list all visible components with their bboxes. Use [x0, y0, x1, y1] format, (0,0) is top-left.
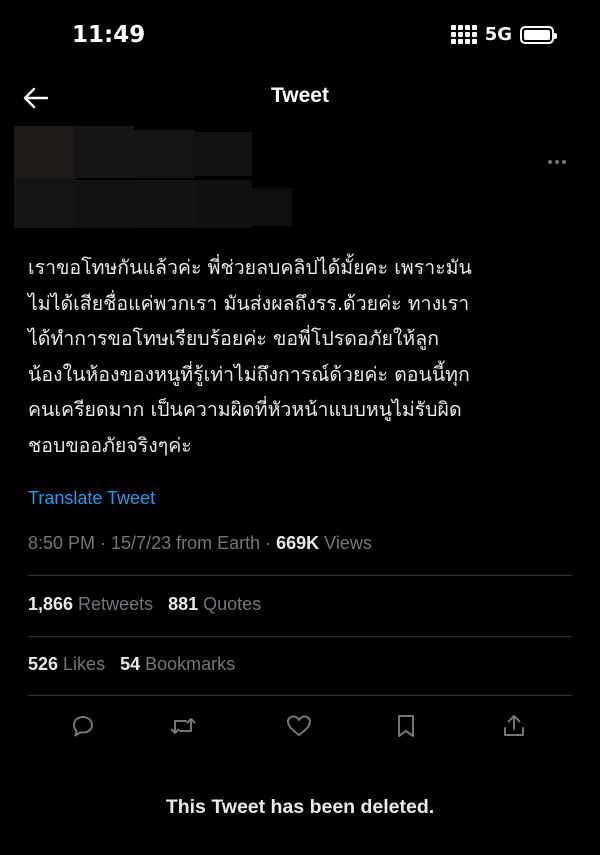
reply-button[interactable]: [63, 706, 103, 746]
tweet-text-line: ได้ทำการขอโทษเรียบร้อยค่ะ ขอพี่โปรดอภัยใ…: [28, 327, 440, 350]
quotes-stat[interactable]: 881 Quotes: [168, 594, 261, 614]
divider: [28, 695, 572, 696]
page-title: Tweet: [271, 84, 329, 107]
tweet-text: เราขอโทษกันแล้วค่ะ พี่ช่วยลบคลิปได้มั้ยค…: [28, 250, 578, 463]
status-icons: 5G: [450, 24, 557, 45]
retweet-button[interactable]: [163, 706, 203, 746]
views-label: Views: [319, 533, 372, 553]
like-button[interactable]: [279, 706, 319, 746]
retweet-icon: [170, 718, 196, 734]
retweets-stat[interactable]: 1,866 Retweets: [28, 594, 153, 614]
tweet-text-line: เราขอโทษกันแล้วค่ะ พี่ช่วยลบคลิปได้มั้ยค…: [28, 256, 472, 279]
tweet-text-line: น้องในห้องของหนูที่รู้เท่าไม่ถึงการณ์ด้ว…: [28, 362, 470, 386]
deleted-tweet-notice: This Tweet has been deleted.: [165, 796, 435, 818]
author-info-blurred: [14, 126, 294, 228]
reply-icon: [73, 716, 93, 737]
status-bar: 11:49 5G: [0, 0, 600, 70]
retweets-count: 1,866: [28, 594, 74, 614]
bookmarks-stat[interactable]: 54 Bookmarks: [120, 654, 235, 674]
tweet-text-line: ไม่ได้เสียชื่อแค่พวกเรา มันส่งผลถึงรร.ด้…: [28, 291, 470, 315]
like-icon: [287, 715, 311, 736]
retweets-label: Retweets: [73, 594, 154, 614]
translate-tweet-link[interactable]: Translate Tweet: [28, 488, 155, 509]
more-dots-icon: [548, 160, 552, 164]
views-count: 669K: [276, 533, 320, 553]
bookmark-icon: [398, 715, 414, 737]
like-bookmark-stats: 526 Likes 54 Bookmarks: [28, 654, 235, 675]
more-options-button[interactable]: [542, 150, 572, 174]
share-button[interactable]: [494, 706, 534, 746]
bookmark-button[interactable]: [386, 706, 426, 746]
bookmarks-label: Bookmarks: [140, 654, 236, 674]
tweet-text-line: คนเครียดมาก เป็นความผิดที่หัวหน้าแบบหนูไ…: [28, 398, 462, 421]
likes-stat[interactable]: 526 Likes: [28, 654, 105, 674]
network-label: 5G: [484, 24, 512, 45]
tweet-text-line: ชอบขออภัยจริงๆค่ะ: [28, 433, 192, 457]
bookmarks-count: 54: [120, 654, 141, 674]
header-bar: Tweet: [0, 72, 600, 124]
tweet-timestamp: 8:50 PM · 15/7/23 from Earth ·: [28, 533, 277, 553]
likes-label: Likes: [58, 654, 106, 674]
quotes-count: 881: [168, 594, 199, 614]
tweet-meta: 8:50 PM · 15/7/23 from Earth · 669K View…: [28, 533, 372, 554]
share-icon: [504, 715, 524, 736]
quotes-label: Quotes: [198, 594, 262, 614]
status-time: 11:49: [72, 22, 146, 48]
divider: [28, 636, 572, 637]
tweet-action-bar: [0, 706, 600, 746]
likes-count: 526: [28, 654, 59, 674]
divider: [28, 575, 572, 576]
battery-icon: [520, 25, 557, 44]
signal-icon: [450, 25, 477, 44]
retweet-quote-stats: 1,866 Retweets 881 Quotes: [28, 594, 261, 615]
